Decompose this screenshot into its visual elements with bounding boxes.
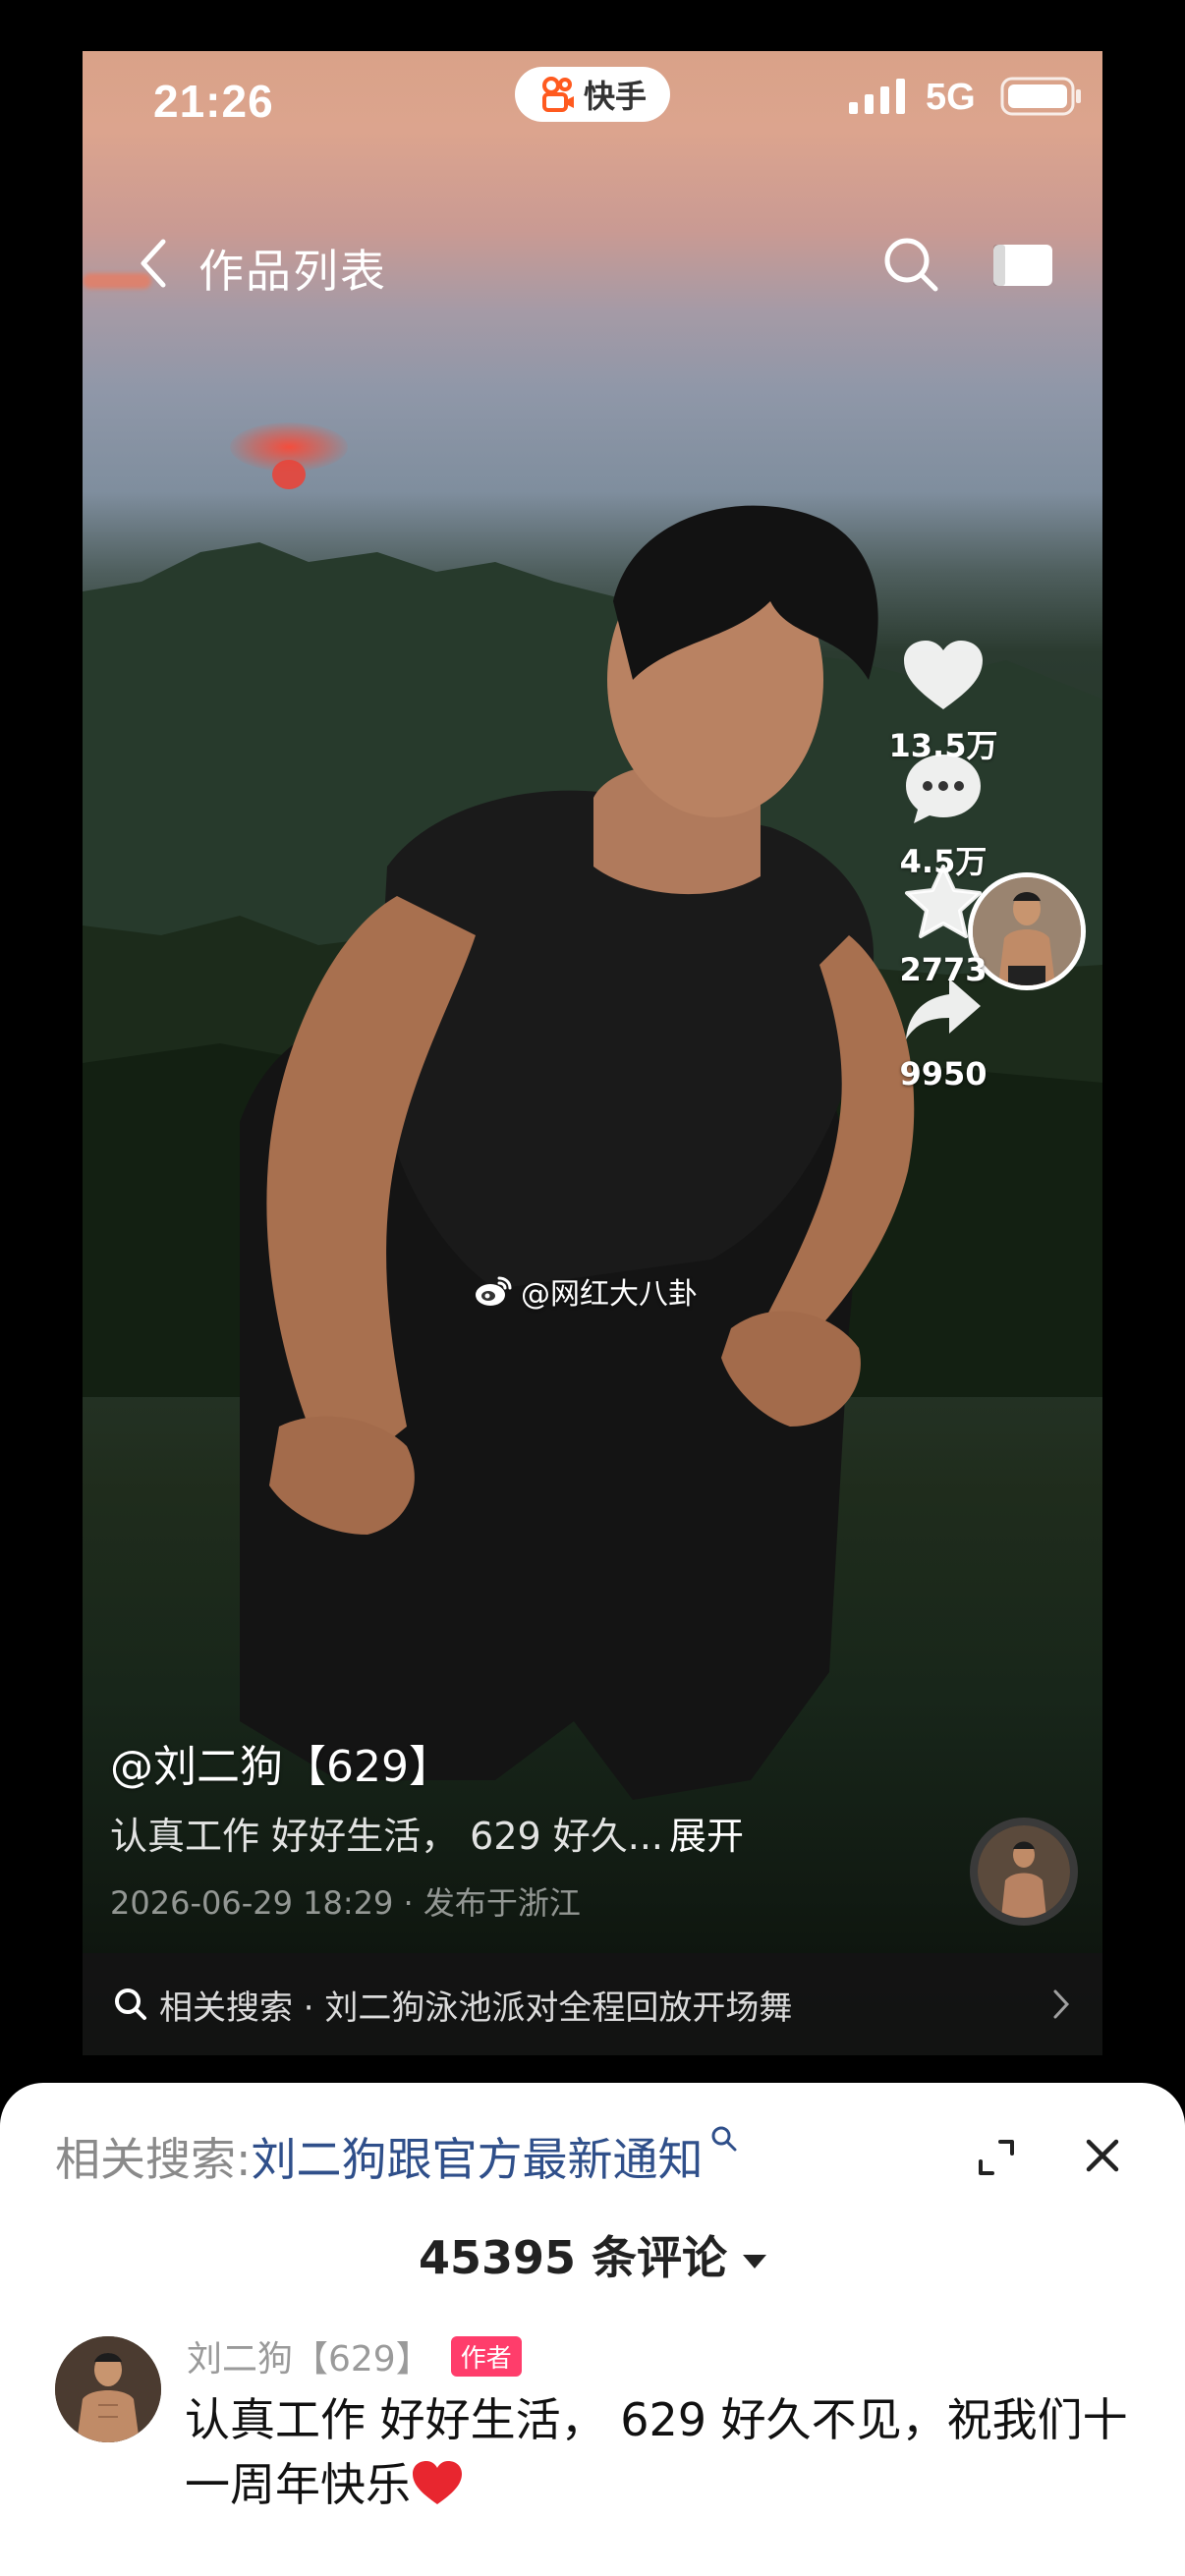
avatar-image bbox=[55, 2336, 161, 2442]
app-name: 快手 bbox=[583, 79, 647, 114]
author-handle[interactable]: @刘二狗【629】 bbox=[110, 1731, 452, 1794]
weibo-icon bbox=[476, 1276, 512, 1306]
search-icon[interactable] bbox=[880, 234, 941, 295]
related-search-label: 相关搜索: bbox=[55, 2133, 252, 2186]
network-type: 5G bbox=[926, 77, 976, 118]
related-search-bar[interactable]: 相关搜索 · 刘二狗泳池派对全程回放开场舞 bbox=[83, 1953, 1102, 2055]
star-icon bbox=[905, 865, 982, 938]
like-button[interactable]: 13.5万 bbox=[865, 639, 1022, 766]
comment-author[interactable]: 刘二狗【629】 作者 bbox=[187, 2330, 522, 2381]
screen-icon[interactable] bbox=[990, 242, 1055, 289]
related-search-text: 相关搜索 · 刘二狗泳池派对全程回放开场舞 bbox=[159, 1988, 793, 2028]
expand-icon[interactable] bbox=[975, 2136, 1018, 2179]
comment-avatar[interactable] bbox=[55, 2336, 161, 2442]
close-icon[interactable] bbox=[1083, 2136, 1122, 2175]
status-time: 21:26 bbox=[153, 76, 274, 127]
video-description: 认真工作 好好生活， 629 好久... 展开 bbox=[110, 1806, 744, 1860]
comment-count-text: 45395 条评论 bbox=[418, 2231, 728, 2284]
related-search-link[interactable]: 刘二狗跟官方最新通知 bbox=[252, 2133, 704, 2186]
share-button[interactable]: 9950 bbox=[865, 975, 1022, 1092]
comment-text: 认真工作 好好生活， 629 好久不见，祝我们十一周年快乐 bbox=[185, 2387, 1128, 2517]
share-icon bbox=[906, 979, 981, 1039]
back-icon[interactable] bbox=[134, 234, 173, 293]
signal-icon bbox=[849, 79, 905, 114]
battery-icon bbox=[1000, 77, 1081, 116]
description-text: 认真工作 好好生活， 629 好久... bbox=[110, 1815, 664, 1858]
chevron-down-icon bbox=[743, 2254, 767, 2268]
app-badge[interactable]: 快手 bbox=[515, 67, 670, 122]
kuaishou-logo-icon bbox=[541, 77, 574, 112]
share-count: 9950 bbox=[899, 1055, 988, 1092]
music-cover-image bbox=[978, 1825, 1070, 1918]
comment-sheet: 相关搜索:刘二狗跟官方最新通知 45395 条评论 刘二狗【629】 作者 认真… bbox=[0, 2083, 1185, 2576]
music-disc[interactable] bbox=[970, 1818, 1078, 1926]
watermark: @网红大八卦 bbox=[474, 1269, 698, 1313]
chevron-right-icon bbox=[1053, 1989, 1070, 2019]
comment-count-header[interactable]: 45395 条评论 bbox=[0, 2222, 1185, 2287]
page-title: 作品列表 bbox=[198, 245, 387, 298]
comment-body: 认真工作 好好生活， 629 好久不见，祝我们十一周年快乐 bbox=[185, 2393, 1128, 2511]
watermark-text: @网红大八卦 bbox=[521, 1277, 698, 1312]
favorite-button[interactable]: 2773 bbox=[865, 863, 1022, 988]
sheet-related-search[interactable]: 相关搜索:刘二狗跟官方最新通知 bbox=[55, 2124, 739, 2189]
search-icon bbox=[711, 2126, 736, 2152]
expand-link[interactable]: 展开 bbox=[669, 1815, 744, 1858]
video-player[interactable]: 21:26 快手 5G 作品列表 13.5万 4.5万 2773 9950 @网… bbox=[83, 51, 1102, 2055]
heart-icon bbox=[904, 641, 983, 709]
red-heart-icon bbox=[413, 2461, 462, 2504]
comment-author-name: 刘二狗【629】 bbox=[187, 2339, 431, 2380]
comment-icon bbox=[906, 755, 981, 823]
author-badge: 作者 bbox=[450, 2335, 522, 2377]
search-icon bbox=[115, 1988, 146, 2020]
publish-info: 2026-06-29 18:29 · 发布于浙江 bbox=[110, 1884, 581, 1922]
